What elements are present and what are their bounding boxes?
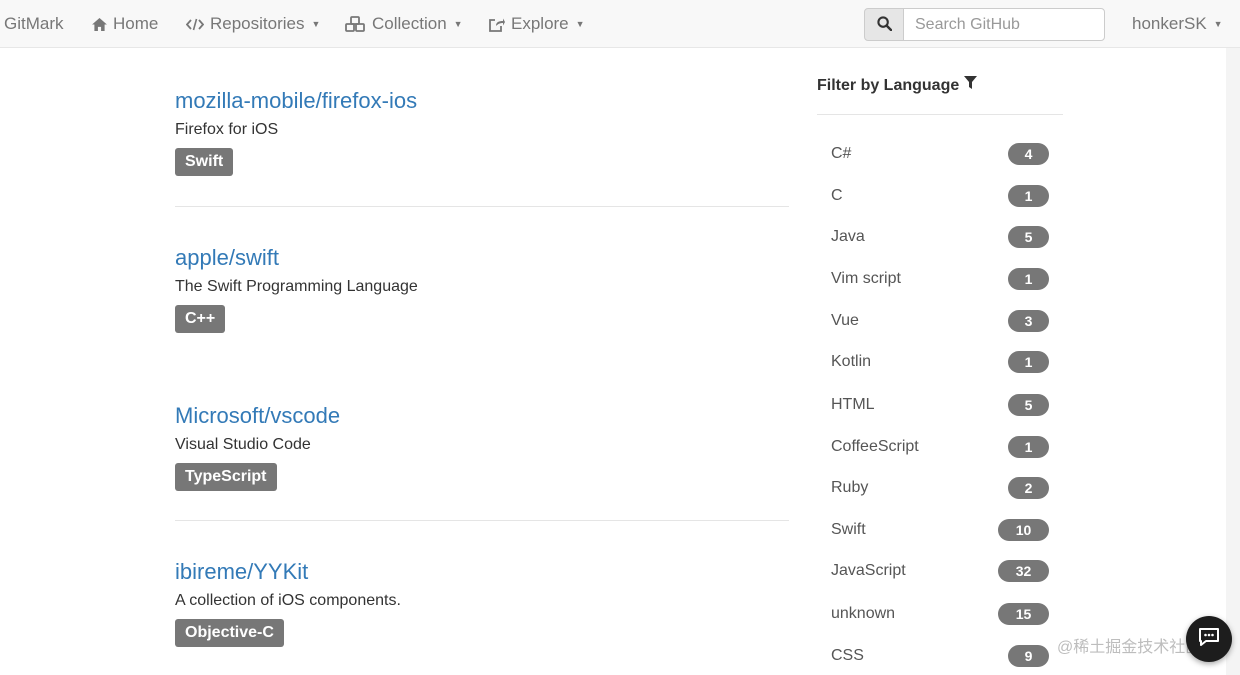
language-filter-item[interactable]: Swift 10 bbox=[817, 510, 1049, 550]
language-name: CoffeeScript bbox=[831, 438, 919, 455]
code-icon bbox=[186, 18, 204, 31]
nav-explore-label: Explore bbox=[511, 14, 569, 33]
language-name: HTML bbox=[831, 396, 875, 413]
repo-item: ibireme/YYKit A collection of iOS compon… bbox=[175, 559, 789, 647]
search-input[interactable] bbox=[903, 8, 1105, 41]
language-count-badge: 9 bbox=[1008, 645, 1049, 667]
repo-divider bbox=[175, 206, 789, 207]
repo-description: A collection of iOS components. bbox=[175, 592, 401, 609]
nav-home[interactable]: Home bbox=[92, 0, 158, 48]
language-name: JavaScript bbox=[831, 562, 906, 579]
repo-item: mozilla-mobile/firefox-ios Firefox for i… bbox=[175, 88, 789, 176]
nav-collection-label: Collection bbox=[372, 14, 447, 33]
navbar: GitMark Home Repositories ▼ Collection ▼… bbox=[0, 0, 1240, 48]
language-filter-item[interactable]: Kotlin 1 bbox=[817, 342, 1049, 382]
share-square-icon bbox=[489, 17, 505, 32]
repo-item: apple/swift The Swift Programming Langua… bbox=[175, 245, 789, 333]
watermark: @稀土掘金技术社区 bbox=[1057, 639, 1202, 656]
filter-title-text: Filter by Language bbox=[817, 76, 960, 94]
language-filter-item[interactable]: CSS 9 bbox=[817, 636, 1049, 675]
nav-collection[interactable]: Collection ▼ bbox=[345, 0, 463, 48]
language-count-badge: 5 bbox=[1008, 226, 1049, 248]
repo-name-link[interactable]: mozilla-mobile/firefox-ios bbox=[175, 88, 789, 114]
language-filter-item[interactable]: C# 4 bbox=[817, 134, 1049, 174]
language-filter-item[interactable]: CoffeeScript 1 bbox=[817, 427, 1049, 467]
caret-down-icon: ▼ bbox=[453, 19, 463, 29]
language-badge[interactable]: Objective-C bbox=[175, 619, 284, 647]
language-count-badge: 1 bbox=[1008, 185, 1049, 207]
language-count-badge: 4 bbox=[1008, 143, 1049, 165]
filter-icon bbox=[959, 76, 978, 95]
language-name: Java bbox=[831, 228, 865, 245]
language-filter-item[interactable]: Ruby 2 bbox=[817, 468, 1049, 508]
repo-name-link[interactable]: ibireme/YYKit bbox=[175, 559, 789, 585]
language-badge[interactable]: Swift bbox=[175, 148, 234, 176]
language-name: C bbox=[831, 187, 843, 204]
repo-description: Firefox for iOS bbox=[175, 121, 279, 138]
nav-explore[interactable]: Explore ▼ bbox=[489, 0, 585, 48]
language-count-badge: 2 bbox=[1008, 477, 1049, 499]
language-filter-item[interactable]: C 1 bbox=[817, 176, 1049, 216]
language-filter-item[interactable]: Vue 3 bbox=[817, 301, 1049, 341]
filter-title: Filter by Language bbox=[817, 76, 978, 95]
repo-item: Microsoft/vscode Visual Studio Code Type… bbox=[175, 403, 789, 491]
language-name: Vim script bbox=[831, 270, 901, 287]
repo-description: Visual Studio Code bbox=[175, 436, 311, 453]
page-scrollbar[interactable] bbox=[1226, 48, 1240, 675]
language-badge[interactable]: TypeScript bbox=[175, 463, 277, 491]
language-name: Swift bbox=[831, 521, 866, 538]
language-filter-item[interactable]: unknown 15 bbox=[817, 594, 1049, 634]
language-count-badge: 1 bbox=[1008, 436, 1049, 458]
repo-divider bbox=[175, 520, 789, 521]
cubes-icon bbox=[345, 16, 366, 32]
nav-repositories-label: Repositories bbox=[210, 14, 305, 33]
language-name: unknown bbox=[831, 605, 896, 622]
repo-name-link[interactable]: Microsoft/vscode bbox=[175, 403, 789, 429]
search-button[interactable] bbox=[864, 8, 904, 41]
chat-button[interactable] bbox=[1186, 616, 1232, 662]
language-badge[interactable]: C++ bbox=[175, 305, 226, 333]
nav-repositories[interactable]: Repositories ▼ bbox=[186, 0, 320, 48]
filter-divider bbox=[817, 114, 1063, 115]
language-count-badge: 10 bbox=[998, 519, 1049, 541]
nav-home-label: Home bbox=[113, 14, 159, 33]
language-count-badge: 32 bbox=[998, 560, 1049, 582]
language-name: C# bbox=[831, 145, 852, 162]
caret-down-icon: ▼ bbox=[1213, 19, 1223, 29]
home-icon bbox=[92, 17, 107, 31]
language-count-badge: 15 bbox=[998, 603, 1049, 625]
brand-link[interactable]: GitMark bbox=[4, 0, 64, 48]
language-name: Vue bbox=[831, 312, 859, 329]
language-count-badge: 1 bbox=[1008, 351, 1049, 373]
language-count-badge: 1 bbox=[1008, 268, 1049, 290]
repo-name-link[interactable]: apple/swift bbox=[175, 245, 789, 271]
language-filter-item[interactable]: HTML 5 bbox=[817, 385, 1049, 425]
language-count-badge: 5 bbox=[1008, 394, 1049, 416]
language-name: CSS bbox=[831, 647, 864, 664]
chat-icon bbox=[1197, 626, 1221, 653]
language-filter-item[interactable]: Java 5 bbox=[817, 217, 1049, 257]
language-filter-item[interactable]: Vim script 1 bbox=[817, 259, 1049, 299]
caret-down-icon: ▼ bbox=[575, 19, 585, 29]
user-name: honkerSK bbox=[1132, 14, 1207, 33]
search-icon bbox=[876, 15, 892, 34]
caret-down-icon: ▼ bbox=[311, 19, 321, 29]
repo-description: The Swift Programming Language bbox=[175, 278, 418, 295]
user-menu[interactable]: honkerSK ▼ bbox=[1132, 0, 1223, 48]
language-filter-item[interactable]: JavaScript 32 bbox=[817, 551, 1049, 591]
language-name: Ruby bbox=[831, 479, 869, 496]
language-name: Kotlin bbox=[831, 353, 872, 370]
language-count-badge: 3 bbox=[1008, 310, 1049, 332]
